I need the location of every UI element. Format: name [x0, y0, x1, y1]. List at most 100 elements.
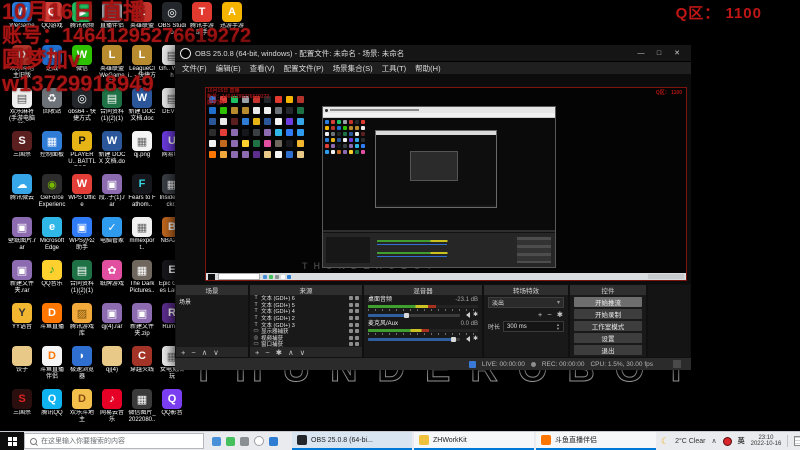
slider-handle[interactable]	[404, 313, 409, 318]
desktop-icon[interactable]: D欢乐斗地主旧版	[8, 45, 36, 80]
move-up-icon[interactable]: ∧	[202, 348, 208, 357]
desktop-icon[interactable]: N逆战	[38, 45, 66, 73]
source-row[interactable]: ▭窗口捕获	[250, 341, 362, 347]
weather-text[interactable]: 2°C Clear	[675, 438, 705, 445]
visibility-eye-icon[interactable]	[349, 316, 353, 320]
move-up-icon[interactable]: ∧	[288, 348, 294, 357]
media-icon[interactable]	[240, 437, 249, 446]
display-capture-preview[interactable]: 10月16日 直播 账号：14641295276619272 圆梦加v Q区： …	[205, 87, 687, 281]
desktop-icon[interactable]: LLeagueCli.. - 快捷方式	[128, 45, 156, 80]
slider-handle[interactable]	[451, 337, 456, 342]
desktop-icon[interactable]: qj(4)	[98, 346, 126, 374]
visibility-eye-icon[interactable]	[349, 296, 353, 300]
store-icon[interactable]	[212, 437, 221, 446]
desktop-icon[interactable]: ♪网易云音乐	[98, 389, 126, 424]
lock-icon[interactable]	[355, 342, 359, 346]
desktop-icon[interactable]: ♪QQ音乐	[38, 260, 66, 288]
exit-button[interactable]: 退出	[574, 345, 642, 355]
mail-icon[interactable]	[269, 437, 278, 446]
cortana-icon[interactable]	[254, 436, 264, 446]
desktop-icon[interactable]: ✿纸牌游戏	[98, 260, 126, 288]
desktop-icon[interactable]: ▨腾讯游戏库	[68, 303, 96, 338]
obs-titlebar[interactable]: OBS 25.0.8 (64-bit, windows) - 配置文件: 未命名…	[175, 45, 691, 62]
desktop-icon[interactable]: ◎obs64 - 快捷方式	[68, 88, 96, 123]
desktop-icon[interactable]: ▢直播伴侣	[98, 2, 126, 30]
desktop-icon[interactable]: eMicrosoft Edge	[38, 217, 66, 252]
add-scene-icon[interactable]: +	[181, 348, 185, 357]
tray-app-icon[interactable]	[723, 437, 732, 446]
move-down-icon[interactable]: ∨	[300, 348, 306, 357]
action-center-icon[interactable]	[794, 436, 800, 446]
desktop-icon[interactable]: ▣qj(4).rar	[98, 303, 126, 331]
visibility-eye-icon[interactable]	[349, 342, 353, 346]
desktop-icon[interactable]: QQQ游戏	[38, 2, 66, 30]
menu-item[interactable]: 场景集合(S)	[333, 63, 373, 74]
desktop-icon[interactable]: ▣新建文件夹.rar	[8, 260, 36, 295]
scene-item[interactable]: 场景	[176, 295, 248, 308]
ime-indicator[interactable]: 英	[738, 436, 745, 446]
visibility-eye-icon[interactable]	[349, 309, 353, 313]
start-recording-button[interactable]: 开始录制	[574, 309, 642, 319]
desktop-icon[interactable]: L英雄联盟	[128, 2, 156, 30]
desktop-icon[interactable]: QQQ影音	[158, 389, 186, 417]
desktop-icon[interactable]: ☁腾讯微云	[8, 174, 36, 202]
resize-grip[interactable]	[673, 360, 681, 368]
menu-item[interactable]: 工具(T)	[382, 63, 407, 74]
move-down-icon[interactable]: ∨	[213, 348, 219, 357]
desktop-icon[interactable]: A迅游手游	[218, 2, 246, 30]
files-icon[interactable]	[226, 437, 235, 446]
speaker-icon[interactable]	[463, 336, 470, 342]
speaker-icon[interactable]	[463, 312, 470, 318]
lock-icon[interactable]	[355, 329, 359, 333]
desktop-icon[interactable]: ◉GeForce Experience	[38, 174, 66, 209]
add-source-icon[interactable]: +	[255, 348, 259, 357]
desktop-icon[interactable]: ◎OBS Studio	[158, 2, 186, 37]
desktop-icon[interactable]: 饺子	[8, 346, 36, 374]
remove-transition-icon[interactable]: −	[547, 310, 551, 319]
transition-select[interactable]: 淡出 ▾	[488, 297, 564, 308]
visibility-eye-icon[interactable]	[349, 303, 353, 307]
clock[interactable]: 23:10 2022-10-16	[751, 435, 782, 448]
desktop-icon[interactable]: ▣WPS办公助手	[68, 217, 96, 252]
desktop-icon[interactable]: S三国杀	[8, 389, 36, 417]
transition-properties-gear-icon[interactable]: ✱	[557, 310, 563, 319]
desktop-icon[interactable]: WWeGame	[8, 2, 36, 30]
menu-item[interactable]: 文件(F)	[182, 63, 207, 74]
desktop-icon[interactable]: ▣新建文件夹.zip	[128, 303, 156, 338]
desktop-icon[interactable]: ▶腾讯视频	[68, 2, 96, 30]
start-button[interactable]	[0, 432, 24, 450]
maximize-button[interactable]: □	[650, 46, 668, 61]
lock-icon[interactable]	[355, 336, 359, 340]
studio-mode-button[interactable]: 工作室模式	[574, 321, 642, 331]
menu-item[interactable]: 查看(V)	[250, 63, 275, 74]
lock-icon[interactable]	[355, 323, 359, 327]
desktop-icon[interactable]: ✓电脑管家	[98, 217, 126, 245]
desktop-icon[interactable]: W新建 DOCX 文档.docx	[98, 131, 126, 166]
minimize-button[interactable]: —	[632, 46, 650, 61]
duration-input[interactable]: 300 ms ▲▼	[503, 321, 564, 332]
desktop-icon[interactable]: ▤合同资料(1)(2)(1)(1)..	[68, 260, 96, 295]
desktop-icon[interactable]: Q腾讯QQ	[38, 389, 66, 417]
gear-icon[interactable]: ✱	[473, 336, 478, 342]
desktop-icon[interactable]: ▦The Dark Pictures..	[128, 260, 156, 295]
taskbar-app-button[interactable]: ZHWorkKit	[414, 432, 534, 450]
spinner-icons[interactable]: ▲▼	[556, 323, 560, 330]
desktop-icon[interactable]: ▦控制面板	[38, 131, 66, 159]
desktop-icon[interactable]: C穿越火线	[128, 346, 156, 374]
visibility-eye-icon[interactable]	[349, 329, 353, 333]
desktop-icon[interactable]: W新建 DOC 文档.doc	[128, 88, 156, 123]
lock-icon[interactable]	[355, 316, 359, 320]
visibility-eye-icon[interactable]	[349, 336, 353, 340]
desktop-icon[interactable]: ▦mmexport..	[128, 217, 156, 252]
volume-slider[interactable]	[368, 314, 460, 317]
scenes-list[interactable]: 场景	[176, 295, 248, 347]
volume-slider[interactable]	[368, 338, 460, 341]
desktop-icon[interactable]: L英雄联盟WeGame版	[98, 45, 126, 80]
close-button[interactable]: ✕	[668, 46, 686, 61]
desktop-icon[interactable]: ▤欢乐麻将(手游电脑版)	[8, 88, 36, 123]
desktop-icon[interactable]: ▣段..子(1).rar	[98, 174, 126, 209]
menu-item[interactable]: 配置文件(P)	[284, 63, 324, 74]
taskbar-app-button[interactable]: OBS 25.0.8 (64-bi...	[292, 432, 412, 450]
remove-source-icon[interactable]: −	[265, 348, 269, 357]
desktop-icon[interactable]: T腾讯手游助手	[188, 2, 216, 37]
